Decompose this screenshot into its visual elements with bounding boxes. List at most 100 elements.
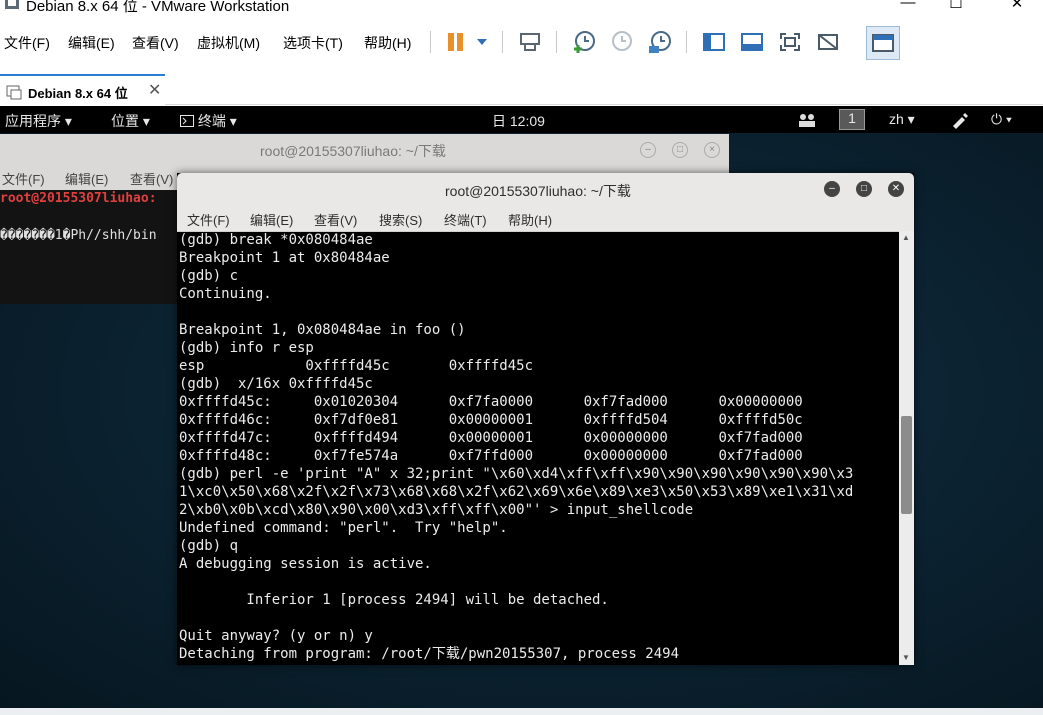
back-menu-edit[interactable]: 编辑(E) (65, 169, 108, 188)
fullscreen-button[interactable] (776, 28, 804, 56)
unity-button[interactable] (814, 28, 842, 56)
console-view-icon (741, 33, 763, 51)
front-terminal-minimize-button[interactable]: – (824, 181, 840, 197)
snapshot-manager-button[interactable] (646, 28, 674, 56)
menu-tabs[interactable]: 选项卡(T) (283, 33, 343, 53)
terminal-line: Quit anyway? (y or n) y (179, 628, 373, 644)
front-terminal-close-button[interactable]: ✕ (888, 181, 904, 197)
back-terminal-output: �������1�Ph//shh/bin (0, 228, 157, 243)
toolbar-separator (430, 31, 431, 53)
vm-logo-icon (5, 0, 19, 9)
pause-button[interactable] (442, 28, 470, 56)
terminal-line: (gdb) q (179, 538, 239, 554)
menu-file[interactable]: 文件(F) (4, 33, 50, 53)
front-menu-terminal[interactable]: 终端(T) (444, 210, 487, 229)
terminal-line: (gdb) x/16x 0xffffd45c (179, 376, 373, 392)
back-menu-file[interactable]: 文件(F) (2, 169, 45, 188)
console-view-button[interactable] (738, 28, 766, 56)
terminal-scrollbar[interactable]: ▲ ▼ (899, 231, 914, 665)
terminal-line: (gdb) c (179, 268, 239, 284)
applications-menu[interactable]: 应用程序 ▾ (5, 111, 72, 131)
terminal-line: (gdb) break *0x080484ae (179, 232, 373, 248)
vm-tab-icon (6, 85, 22, 100)
terminal-output[interactable]: (gdb) break *0x080484ae Breakpoint 1 at 0… (179, 231, 899, 663)
scroll-down-icon[interactable]: ▼ (902, 653, 910, 662)
back-terminal-title: root@20155307liuhao: ~/下载 (260, 143, 446, 159)
terminal-line: 0xffffd47c: 0xffffd494 0x00000001 0x0000… (179, 430, 803, 446)
front-terminal-title: root@20155307liuhao: ~/下载 (445, 183, 631, 199)
terminal-line: Breakpoint 1 at 0x80484ae (179, 250, 390, 266)
menu-view[interactable]: 查看(V) (132, 33, 179, 53)
power-menu[interactable]: ⏻ ▾ (991, 111, 1012, 128)
front-menu-edit[interactable]: 编辑(E) (250, 210, 293, 229)
terminal-line: 2\xb0\x0b\xcd\x80\x90\x00\xd3\xff\xff\x0… (179, 502, 694, 518)
front-menu-file[interactable]: 文件(F) (187, 210, 230, 229)
minimize-button[interactable]: — (893, 0, 923, 12)
maximize-button[interactable]: ☐ (941, 0, 971, 12)
back-terminal-maximize-button[interactable]: □ (672, 142, 688, 158)
toolbar-separator (556, 31, 557, 53)
people-icon[interactable] (797, 112, 817, 128)
vmware-menubar: 文件(F) 编辑(E) 查看(V) 虚拟机(M) 选项卡(T) 帮助(H) (0, 22, 1043, 62)
front-terminal-titlebar[interactable]: root@20155307liuhao: ~/下载 – □ ✕ (177, 173, 914, 205)
close-button[interactable]: ✕ (1002, 0, 1032, 12)
scrollbar-thumb[interactable] (901, 416, 912, 514)
back-terminal-titlebar[interactable]: root@20155307liuhao: ~/下载 – □ × (0, 134, 729, 164)
back-terminal-minimize-button[interactable]: – (640, 142, 656, 158)
back-terminal-cursor: ▌ (0, 264, 4, 279)
terminal-line: A debugging session is active. (179, 556, 432, 572)
terminal-text: (gdb) break *0x080484ae Breakpoint 1 at 0… (179, 231, 899, 663)
toolbar-separator (686, 31, 687, 53)
vm-tab-debian[interactable]: Debian 8.x 64 位 ✕ (0, 74, 165, 106)
back-menu-view[interactable]: 查看(V) (130, 169, 173, 188)
front-terminal-maximize-button[interactable]: □ (856, 181, 872, 197)
terminal-line: Continuing. (179, 286, 272, 302)
snapshot-icon (574, 31, 595, 53)
places-menu[interactable]: 位置 ▾ (111, 111, 150, 131)
input-method-menu[interactable]: zh ▾ (889, 111, 915, 128)
pause-icon (448, 33, 463, 51)
front-menu-search[interactable]: 搜索(S) (379, 210, 422, 229)
menu-edit[interactable]: 编辑(E) (68, 33, 115, 53)
revert-snapshot-icon (612, 31, 632, 51)
send-keys-icon (520, 33, 540, 51)
menu-vm[interactable]: 虚拟机(M) (197, 33, 260, 53)
sidebar-icon (703, 33, 725, 51)
terminal-line: 1\xc0\x50\x68\x2f\x2f\x73\x68\x68\x2f\x6… (179, 484, 854, 500)
menu-help[interactable]: 帮助(H) (364, 33, 411, 53)
show-library-button[interactable] (700, 28, 728, 56)
terminal-line: 0xffffd45c: 0x01020304 0xf7fa0000 0xf7fa… (179, 394, 803, 410)
send-ctrl-alt-del-button[interactable] (516, 28, 544, 56)
back-terminal-close-button[interactable]: × (704, 142, 720, 158)
clock[interactable]: 日 12:09 (492, 111, 545, 131)
fullscreen-icon (780, 33, 800, 51)
terminal-line: 0xffffd48c: 0xf7fe574a 0xf7ffd000 0x0000… (179, 448, 803, 464)
front-menu-view[interactable]: 查看(V) (314, 210, 357, 229)
pen-icon[interactable] (950, 111, 968, 129)
revert-snapshot-button[interactable] (608, 28, 636, 56)
terminal-app-label: 终端 ▾ (197, 113, 237, 129)
vm-tab-label: Debian 8.x 64 位 (28, 86, 128, 101)
terminal-line: (gdb) info r esp (179, 340, 314, 356)
take-snapshot-button[interactable] (570, 28, 598, 56)
vm-tab-bar: Debian 8.x 64 位 ✕ (0, 66, 1043, 106)
vm-tab-close-button[interactable]: ✕ (148, 80, 161, 100)
window-title: Debian 8.x 64 位 - VMware Workstation (26, 0, 290, 14)
terminal-line: Inferior 1 [process 2494] will be detach… (179, 592, 609, 608)
vmware-status-bar (0, 708, 1043, 715)
scroll-up-icon[interactable]: ▲ (902, 233, 910, 242)
terminal-line: 0xffffd46c: 0xf7df0e81 0x00000001 0xffff… (179, 412, 803, 428)
thumbnail-view-button[interactable] (866, 26, 900, 60)
front-menu-help[interactable]: 帮助(H) (508, 210, 552, 229)
front-terminal-window[interactable]: root@20155307liuhao: ~/下载 – □ ✕ 文件(F) 编辑… (177, 173, 914, 665)
power-dropdown-button[interactable] (468, 28, 496, 56)
terminal-line: (gdb) perl -e 'print "A" x 32;print "\x6… (179, 466, 854, 482)
dropdown-icon (477, 39, 487, 45)
terminal-line: Detaching from program: /root/下载/pwn2015… (179, 646, 680, 662)
workspace-indicator[interactable]: 1 (839, 109, 865, 130)
terminal-app-menu[interactable]: 终端 ▾ (180, 111, 237, 131)
unity-icon (818, 34, 838, 50)
